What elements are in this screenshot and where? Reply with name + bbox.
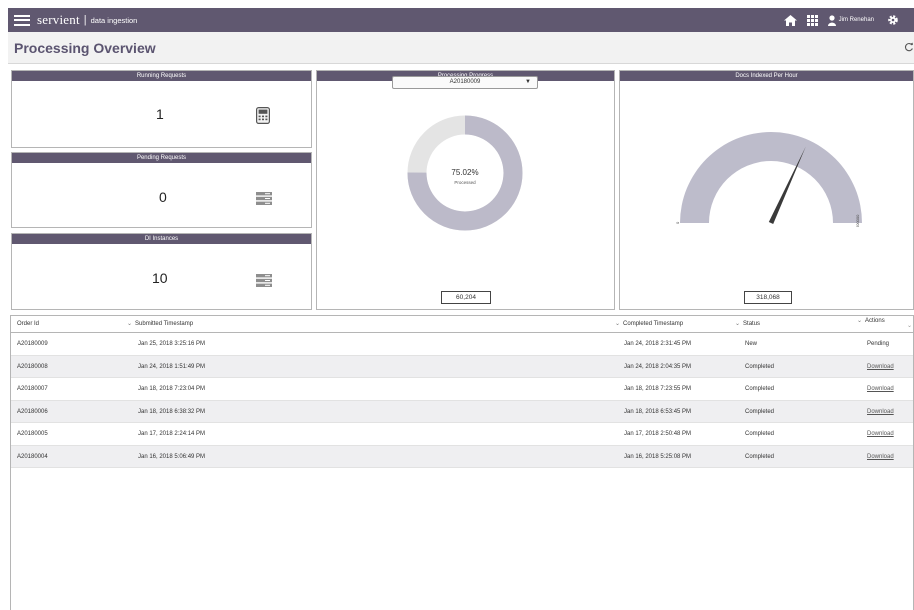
di-instances-panel: DI Instances 10 xyxy=(11,233,312,310)
download-link[interactable]: Download xyxy=(867,356,894,378)
docs-per-hour-value: 318,068 xyxy=(744,291,792,304)
requests-table: Order Id ⌄ Submitted Timestamp ⌄ Completed… xyxy=(10,315,914,610)
download-link[interactable]: Download xyxy=(867,446,894,468)
status-cell: New xyxy=(745,341,758,347)
order-id-cell: A20180007 xyxy=(17,386,48,392)
app-subtitle: data ingestion xyxy=(90,15,138,25)
brand-separator: | xyxy=(83,14,87,26)
status-cell: Completed xyxy=(745,363,775,370)
refresh-icon[interactable] xyxy=(904,42,914,54)
status-cell: Completed xyxy=(745,386,775,392)
gauge-arc xyxy=(680,132,862,223)
submitted-cell: Jan 17, 2018 2:24:14 PM xyxy=(138,431,206,437)
completed-cell: Jan 17, 2018 2:50:48 PM xyxy=(624,431,692,437)
home-icon[interactable] xyxy=(780,8,802,32)
docs-indexed-panel: Docs Indexed Per Hour 0 500000 318,068 xyxy=(619,70,914,310)
completed-cell: Jan 18, 2018 6:53:45 PM xyxy=(624,408,692,415)
col-order-id[interactable]: Order Id xyxy=(17,316,39,332)
brand-logo[interactable]: servient xyxy=(37,12,80,28)
table-header: Order Id ⌄ Submitted Timestamp ⌄ Completed… xyxy=(11,316,913,333)
panel-title: Docs Indexed Per Hour xyxy=(620,71,913,81)
gear-icon[interactable] xyxy=(882,8,904,32)
server-stack-icon xyxy=(256,192,272,207)
order-id-cell: A20180009 xyxy=(17,341,48,347)
chevron-down-icon: ▼ xyxy=(525,79,531,85)
col-completed[interactable]: ⌄ Completed Timestamp xyxy=(615,316,683,332)
menu-icon[interactable] xyxy=(14,14,30,26)
chevron-down-icon: ⌄ xyxy=(615,321,621,327)
completed-cell: Jan 24, 2018 2:04:35 PM xyxy=(624,363,692,370)
chevron-down-icon: ⌄ xyxy=(127,321,133,327)
download-link[interactable]: Download xyxy=(867,423,894,445)
col-submitted[interactable]: ⌄ Submitted Timestamp xyxy=(127,316,193,332)
panel-title: DI Instances xyxy=(12,234,311,244)
processed-count: 60,204 xyxy=(441,291,491,304)
status-cell: Completed xyxy=(745,453,775,460)
chevron-down-icon[interactable]: ⌄ xyxy=(907,318,912,334)
action-cell: Pending xyxy=(867,341,890,347)
table-row[interactable]: A20180009 Jan 25, 2018 3:25:16 PM Jan 24… xyxy=(11,333,913,356)
calculator-icon xyxy=(256,107,271,126)
progress-sublabel: Processed xyxy=(454,180,476,185)
di-instances-value: 10 xyxy=(152,270,168,286)
user-name: Jim Renehan xyxy=(838,17,874,23)
running-requests-value: 1 xyxy=(156,106,164,122)
processing-progress-panel: Processing Progress A20180009 ▼ 75.02% P… xyxy=(316,70,615,310)
top-bar: servient | data ingestion Jim Renehan xyxy=(8,8,914,32)
completed-cell: Jan 24, 2018 2:31:45 PM xyxy=(624,341,692,347)
submitted-cell: Jan 25, 2018 3:25:16 PM xyxy=(138,341,206,347)
panel-title: Pending Requests xyxy=(12,153,311,163)
col-actions[interactable]: ⌄ Actions xyxy=(857,313,885,329)
order-id-cell: A20180008 xyxy=(17,363,48,370)
col-status[interactable]: ⌄ Status xyxy=(735,316,760,332)
chevron-down-icon: ⌄ xyxy=(735,321,741,327)
submitted-cell: Jan 18, 2018 7:23:04 PM xyxy=(138,386,206,392)
submitted-cell: Jan 24, 2018 1:51:49 PM xyxy=(138,363,206,370)
table-row[interactable]: A20180008 Jan 24, 2018 1:51:49 PM Jan 24… xyxy=(11,355,913,378)
table-row[interactable]: A20180007 Jan 18, 2018 7:23:04 PM Jan 18… xyxy=(11,378,913,401)
chevron-down-icon: ⌄ xyxy=(857,318,863,324)
table-row[interactable]: A20180004 Jan 16, 2018 5:06:49 PM Jan 16… xyxy=(11,445,913,468)
pending-requests-value: 0 xyxy=(159,189,167,205)
gauge-min-label: 0 xyxy=(676,221,680,224)
running-requests-panel: Running Requests 1 xyxy=(11,70,312,148)
download-link[interactable]: Download xyxy=(867,401,894,423)
completed-cell: Jan 16, 2018 5:25:08 PM xyxy=(624,453,692,460)
progress-percent: 75.02% xyxy=(451,168,478,177)
status-cell: Completed xyxy=(745,431,775,437)
server-stack-icon xyxy=(256,274,272,289)
order-id-cell: A20180006 xyxy=(17,408,48,415)
download-link[interactable]: Download xyxy=(867,378,894,400)
page-title: Processing Overview xyxy=(14,40,156,56)
order-id-cell: A20180004 xyxy=(17,453,48,460)
page-header: Processing Overview xyxy=(8,32,914,64)
docs-gauge: 0 500000 xyxy=(676,132,862,227)
completed-cell: Jan 18, 2018 7:23:55 PM xyxy=(624,386,692,392)
table-row[interactable]: A20180006 Jan 18, 2018 6:38:32 PM Jan 18… xyxy=(11,400,913,423)
order-id-cell: A20180005 xyxy=(17,431,48,437)
status-cell: Completed xyxy=(745,408,775,415)
pending-requests-panel: Pending Requests 0 xyxy=(11,152,312,228)
user-menu[interactable]: Jim Renehan xyxy=(827,14,874,26)
submitted-cell: Jan 16, 2018 5:06:49 PM xyxy=(138,453,206,460)
apps-grid-icon[interactable] xyxy=(802,8,824,32)
user-icon xyxy=(827,14,836,26)
gauge-max-label: 500000 xyxy=(855,214,860,227)
order-select-value: A20180009 xyxy=(449,79,481,85)
order-select[interactable]: A20180009 ▼ xyxy=(392,76,538,89)
submitted-cell: Jan 18, 2018 6:38:32 PM xyxy=(138,408,206,415)
progress-donut: 75.02% Processed xyxy=(407,115,523,231)
table-row[interactable]: A20180005 Jan 17, 2018 2:24:14 PM Jan 17… xyxy=(11,423,913,446)
panel-title: Running Requests xyxy=(12,71,311,81)
